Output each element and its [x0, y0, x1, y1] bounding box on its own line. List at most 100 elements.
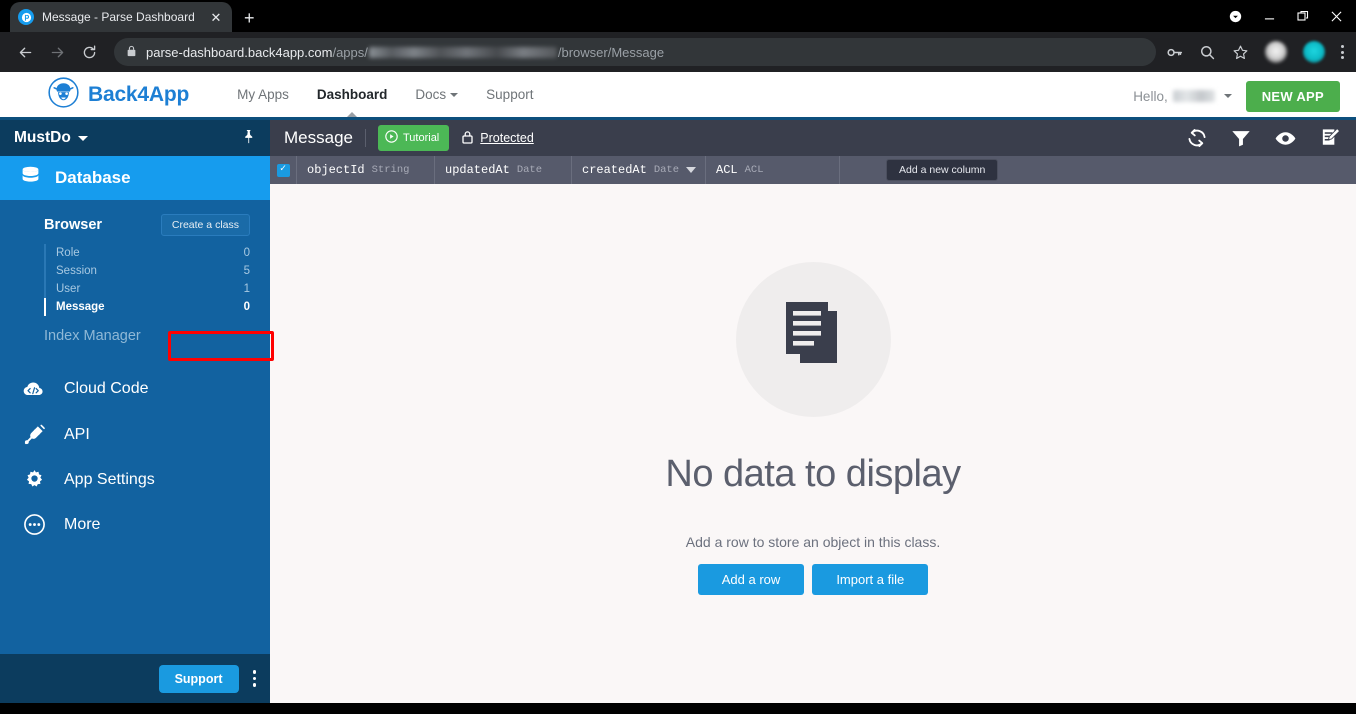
class-name: Role [56, 247, 80, 259]
back4app-viking-logo [48, 77, 79, 113]
zoom-icon[interactable] [1199, 44, 1216, 61]
sidebar: MustDo Database Browser Create a class R… [0, 120, 270, 703]
empty-state-actions: Add a row Import a file [698, 564, 928, 595]
sidebar-item-label: App Settings [64, 471, 155, 489]
tutorial-label: Tutorial [403, 132, 439, 144]
refresh-icon[interactable] [1186, 127, 1208, 149]
parse-logo-icon [18, 9, 34, 25]
window-maximize-button[interactable] [1297, 10, 1309, 22]
lock-icon [126, 45, 137, 60]
page-title: Message [284, 128, 353, 148]
window-minimize-button[interactable] [1264, 11, 1275, 22]
add-a-new-column-button[interactable]: Add a new column [886, 159, 998, 181]
add-column-area: Add a new column [840, 156, 1356, 184]
class-name: Message [56, 301, 105, 313]
column-type: String [372, 164, 410, 176]
column-header-updatedat[interactable]: updatedAt Date [435, 156, 572, 184]
sidebar-index-manager[interactable]: Index Manager [0, 316, 270, 354]
class-list: Role 0 Session 5 User 1 Message 0 [0, 244, 270, 316]
support-button[interactable]: Support [159, 665, 239, 693]
class-item-user[interactable]: User 1 [44, 280, 270, 298]
class-item-role[interactable]: Role 0 [44, 244, 270, 262]
chevron-down-icon [450, 93, 458, 97]
app-switcher-label[interactable]: MustDo [14, 129, 88, 147]
address-bar[interactable]: parse-dashboard.back4app.com/apps//brows… [114, 38, 1156, 66]
new-tab-button[interactable]: + [244, 9, 255, 27]
brand-logo-area[interactable]: Back4App [48, 77, 189, 113]
eye-icon[interactable] [1274, 127, 1297, 150]
class-item-session[interactable]: Session 5 [44, 262, 270, 280]
app-main-nav: My Apps Dashboard Docs Support [237, 83, 533, 106]
brand-name: Back4App [88, 83, 189, 107]
user-greeting[interactable]: Hello, [1133, 89, 1232, 104]
url-text: parse-dashboard.back4app.com/apps//brows… [146, 45, 664, 60]
window-controls [1229, 0, 1356, 32]
filter-icon[interactable] [1230, 127, 1252, 149]
back-icon[interactable] [10, 37, 40, 67]
kebab-menu-icon[interactable] [253, 670, 257, 687]
tutorial-button[interactable]: Tutorial [378, 125, 449, 151]
sort-descending-icon[interactable] [686, 167, 696, 173]
column-header-objectid[interactable]: objectId String [297, 156, 435, 184]
column-type: Date [654, 164, 679, 176]
bookmark-star-icon[interactable] [1232, 44, 1249, 61]
add-a-row-button[interactable]: Add a row [698, 564, 805, 595]
class-count: 1 [244, 283, 250, 295]
reload-icon[interactable] [74, 37, 104, 67]
profile-avatar-teal[interactable] [1303, 41, 1325, 63]
nav-dashboard[interactable]: Dashboard [317, 83, 388, 106]
gear-icon [20, 468, 48, 491]
app-switcher[interactable]: MustDo [0, 120, 270, 156]
sidebar-spacer [0, 547, 270, 654]
sidebar-section-database[interactable]: Database [0, 156, 270, 200]
hello-label: Hello, [1133, 89, 1168, 104]
main-panel: Message Tutorial Protected [270, 120, 1356, 703]
class-item-message[interactable]: Message 0 [44, 298, 270, 316]
profile-avatar[interactable] [1265, 41, 1287, 63]
select-all-checkbox[interactable]: ✓ [277, 164, 290, 177]
more-dots-circle-icon [20, 513, 48, 536]
sidebar-section-database-label: Database [55, 168, 131, 188]
key-icon[interactable] [1166, 44, 1183, 61]
sidebar-item-more[interactable]: More [0, 502, 270, 547]
pin-icon[interactable] [241, 129, 256, 147]
nav-docs[interactable]: Docs [415, 83, 458, 106]
class-name: User [56, 283, 80, 295]
browser-tab[interactable]: Message - Parse Dashboard ✕ [10, 2, 232, 32]
import-a-file-button[interactable]: Import a file [812, 564, 928, 595]
app-header-right: Hello, NEW APP [1133, 72, 1340, 120]
chevron-down-icon [78, 136, 88, 141]
browser-toolbar: parse-dashboard.back4app.com/apps//brows… [0, 32, 1356, 72]
column-type: ACL [745, 164, 764, 176]
browser-menu-icon[interactable] [1341, 45, 1344, 59]
empty-state: No data to display Add a row to store an… [270, 184, 1356, 703]
protected-link[interactable]: Protected [461, 130, 534, 147]
sidebar-item-cloud-code[interactable]: Cloud Code [0, 366, 270, 412]
sidebar-footer: Support [0, 654, 270, 703]
protected-label: Protected [480, 131, 534, 145]
column-header-acl[interactable]: ACL ACL [706, 156, 840, 184]
sidebar-browser-row: Browser Create a class [0, 210, 270, 240]
new-app-button[interactable]: NEW APP [1246, 81, 1340, 112]
tab-close-icon[interactable]: ✕ [208, 11, 224, 24]
sidebar-item-api[interactable]: API [0, 412, 270, 457]
window-close-button[interactable] [1331, 11, 1342, 22]
nav-my-apps[interactable]: My Apps [237, 83, 289, 106]
column-type: Date [517, 164, 542, 176]
create-a-class-button[interactable]: Create a class [161, 214, 250, 236]
select-all-cell[interactable]: ✓ [270, 156, 297, 184]
browser-tab-strip: Message - Parse Dashboard ✕ + [0, 0, 1356, 32]
sidebar-browser-panel: Browser Create a class Role 0 Session 5 … [0, 200, 270, 360]
url-path-post: /browser/Message [558, 45, 664, 60]
column-header-createdat[interactable]: createdAt Date [572, 156, 706, 184]
forward-icon[interactable] [42, 37, 72, 67]
cloud-code-icon [20, 377, 48, 401]
nav-support[interactable]: Support [486, 83, 533, 106]
class-name: Session [56, 265, 97, 277]
edit-security-icon[interactable] [1319, 127, 1342, 150]
url-path-pre: /apps/ [332, 45, 367, 60]
download-icon[interactable] [1229, 10, 1242, 23]
browser-tab-title: Message - Parse Dashboard [42, 10, 200, 24]
sidebar-item-app-settings[interactable]: App Settings [0, 457, 270, 502]
sidebar-item-label: More [64, 516, 100, 534]
